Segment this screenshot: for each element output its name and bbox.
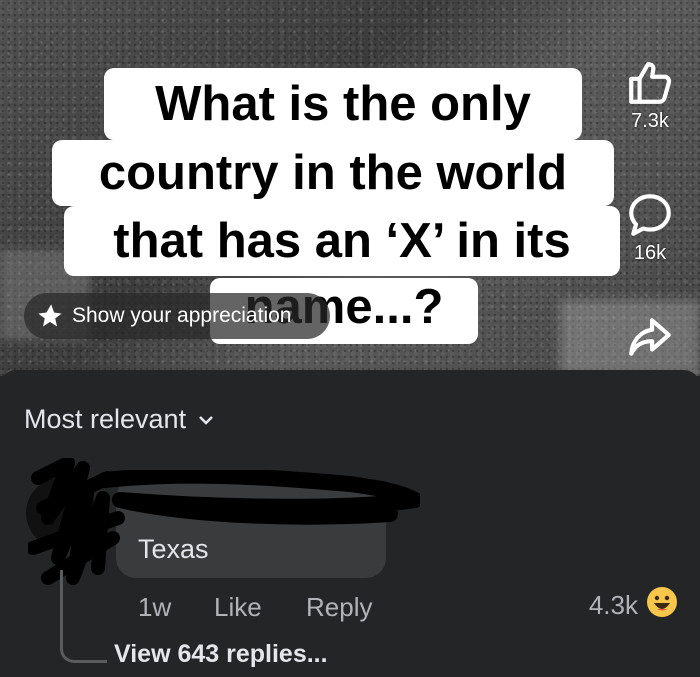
thread-connector <box>60 570 107 663</box>
view-replies-link[interactable]: View 643 replies... <box>114 640 328 669</box>
like-video-button[interactable]: 7.3k <box>620 58 680 133</box>
comment-text: Texas <box>138 534 209 564</box>
comment-count: 16k <box>633 242 667 264</box>
speech-bubble-icon <box>629 194 671 236</box>
chevron-down-icon <box>199 415 213 425</box>
video-player[interactable]: What is the only country in the world th… <box>0 0 700 376</box>
comment-like-button[interactable]: Like <box>214 592 262 623</box>
comment-reactions[interactable]: 4.3k <box>589 586 678 625</box>
comments-sheet: Most relevant Texas 1w Like Reply 4.3k V… <box>0 370 700 677</box>
caption-line: country in the world <box>52 140 614 206</box>
reaction-count: 4.3k <box>588 590 638 620</box>
sparkle-star-icon <box>38 304 62 327</box>
share-video-button[interactable] <box>620 312 680 362</box>
name-redaction <box>100 470 420 525</box>
show-appreciation-button[interactable]: Show your appreciation <box>24 293 330 339</box>
caption-line: What is the only <box>104 68 582 140</box>
like-count: 7.3k <box>631 110 669 132</box>
laughing-emoji-icon <box>646 586 678 625</box>
sort-dropdown[interactable]: Most relevant <box>24 404 214 435</box>
caption-line: that has an ‘X’ in its <box>64 206 620 276</box>
sort-label: Most relevant <box>24 404 187 434</box>
show-appreciation-label: Show your appreciation <box>72 304 292 327</box>
comment-video-button[interactable]: 16k <box>620 190 680 265</box>
share-arrow-icon <box>629 318 671 356</box>
comment-timestamp: 1w <box>138 592 172 622</box>
thumbs-up-icon <box>629 62 672 104</box>
comment-reply-button[interactable]: Reply <box>306 592 372 623</box>
